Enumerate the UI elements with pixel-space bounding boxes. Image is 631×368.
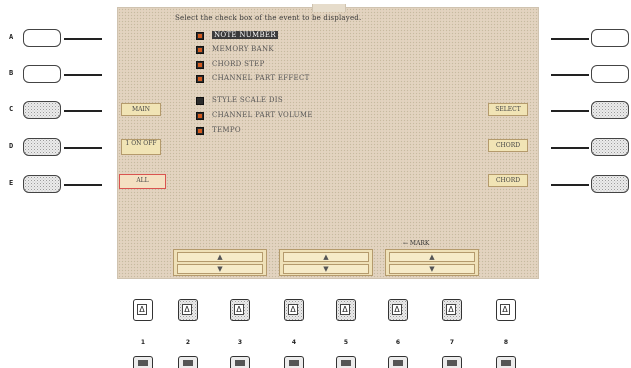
lower-button-4[interactable] <box>284 356 304 368</box>
number-button-4[interactable]: Δ <box>284 299 304 321</box>
right-button-f-key[interactable] <box>591 29 629 47</box>
instruction-text: Select the check box of the event to be … <box>175 14 362 22</box>
checkbox[interactable] <box>196 46 204 54</box>
up-arrow-button[interactable]: ▲ <box>283 252 369 262</box>
number-label-7: 7 <box>449 339 455 346</box>
button-letter: D <box>9 142 14 150</box>
event-label: CHANNEL PART EFFECT <box>212 74 310 82</box>
down-arrow-button[interactable]: ▼ <box>177 264 263 274</box>
screen-button-chord-i[interactable]: CHORD <box>488 139 528 152</box>
number-button-1[interactable]: Δ <box>133 299 153 321</box>
number-button-6[interactable]: Δ <box>388 299 408 321</box>
mark-label: ← MARK <box>403 240 430 247</box>
connector-line <box>64 147 102 149</box>
button-glyph: Δ <box>392 304 402 315</box>
bottom-panel-3: ▲ ▼ <box>385 249 479 276</box>
screen-button-all[interactable]: ALL <box>119 174 166 189</box>
event-label: MEMORY BANK <box>212 45 274 53</box>
checkbox[interactable] <box>196 75 204 83</box>
lower-button-1[interactable] <box>133 356 153 368</box>
down-arrow-button[interactable]: ▼ <box>389 264 475 274</box>
number-button-8[interactable]: Δ <box>496 299 516 321</box>
number-label-1: 1 <box>140 339 146 346</box>
connector-line <box>64 110 102 112</box>
number-label-8: 8 <box>503 339 509 346</box>
lower-button-5[interactable] <box>336 356 356 368</box>
number-label-4: 4 <box>291 339 297 346</box>
number-button-7[interactable]: Δ <box>442 299 462 321</box>
number-label-3: 3 <box>237 339 243 346</box>
event-label: NOTE NUMBER <box>212 31 278 39</box>
checkbox[interactable] <box>196 61 204 69</box>
up-arrow-button[interactable]: ▲ <box>389 252 475 262</box>
number-label-2: 2 <box>185 339 191 346</box>
number-button-3[interactable]: Δ <box>230 299 250 321</box>
button-glyph: Δ <box>137 304 147 315</box>
checkbox[interactable] <box>196 127 204 135</box>
bottom-panel-1: ▲ ▼ <box>173 249 267 276</box>
left-button-a-key[interactable] <box>23 29 61 47</box>
left-button-e-key[interactable] <box>23 175 61 193</box>
left-button-b-key[interactable] <box>23 65 61 83</box>
screen-top-tab <box>312 4 346 12</box>
button-letter: B <box>9 69 14 77</box>
button-glyph: Δ <box>500 304 510 315</box>
button-glyph: Δ <box>182 304 192 315</box>
connector-line <box>551 110 589 112</box>
connector-line <box>64 74 102 76</box>
right-button-g-key[interactable] <box>591 65 629 83</box>
connector-line <box>551 147 589 149</box>
number-label-6: 6 <box>395 339 401 346</box>
left-button-d-key[interactable] <box>23 138 61 156</box>
screen-button-select[interactable]: SELECT <box>488 103 528 116</box>
lower-button-8[interactable] <box>496 356 516 368</box>
lower-button-6[interactable] <box>388 356 408 368</box>
right-button-h-key[interactable] <box>591 101 629 119</box>
screen-button-chord-j[interactable]: CHORD <box>488 174 528 187</box>
connector-line <box>64 184 102 186</box>
left-button-c-key[interactable] <box>23 101 61 119</box>
lower-button-7[interactable] <box>442 356 462 368</box>
number-button-5[interactable]: Δ <box>336 299 356 321</box>
screen-button-main[interactable]: MAIN <box>121 103 161 116</box>
button-glyph: Δ <box>446 304 456 315</box>
lower-button-2[interactable] <box>178 356 198 368</box>
right-button-i-key[interactable] <box>591 138 629 156</box>
checkbox[interactable] <box>196 32 204 40</box>
bottom-panel-2: ▲ ▼ <box>279 249 373 276</box>
event-label: STYLE SCALE DIS <box>212 96 283 104</box>
event-label: TEMPO <box>212 126 241 134</box>
right-button-j-key[interactable] <box>591 175 629 193</box>
number-button-2[interactable]: Δ <box>178 299 198 321</box>
lower-button-3[interactable] <box>230 356 250 368</box>
up-arrow-button[interactable]: ▲ <box>177 252 263 262</box>
connector-line <box>64 38 102 40</box>
checkbox[interactable] <box>196 97 204 105</box>
button-glyph: Δ <box>288 304 298 315</box>
button-glyph: Δ <box>340 304 350 315</box>
event-label: CHORD STEP <box>212 60 265 68</box>
connector-line <box>551 184 589 186</box>
checkbox[interactable] <box>196 112 204 120</box>
connector-line <box>551 38 589 40</box>
number-label-5: 5 <box>343 339 349 346</box>
screen-button-on-off[interactable]: 1 ON OFF <box>121 139 161 155</box>
connector-line <box>551 74 589 76</box>
button-letter: A <box>9 33 14 41</box>
lcd-screen: Select the check box of the event to be … <box>117 4 539 279</box>
button-letter: C <box>9 105 14 113</box>
button-glyph: Δ <box>234 304 244 315</box>
down-arrow-button[interactable]: ▼ <box>283 264 369 274</box>
event-label: CHANNEL PART VOLUME <box>212 111 313 119</box>
button-letter: E <box>9 179 14 187</box>
